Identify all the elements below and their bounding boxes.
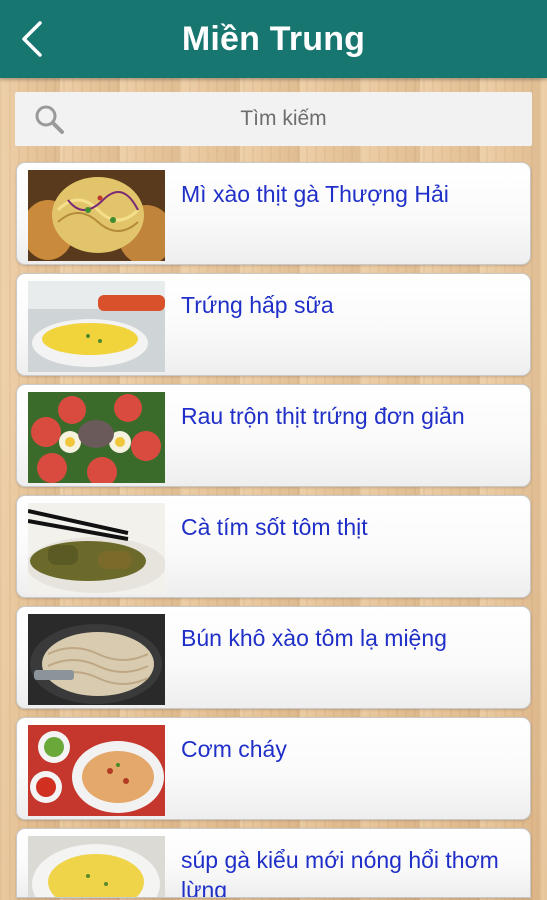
chevron-left-icon: [22, 21, 42, 57]
recipe-title: Cà tím sốt tôm thịt: [181, 514, 368, 540]
list-item[interactable]: Cà tím sốt tôm thịt: [16, 495, 531, 598]
recipe-thumbnail: [28, 614, 165, 705]
recipe-thumbnail: [28, 170, 165, 261]
recipe-title: Rau trộn thịt trứng đơn giản: [181, 403, 465, 429]
recipe-thumbnail: [28, 836, 165, 897]
recipe-thumbnail: [28, 281, 165, 372]
page-title: Miền Trung: [181, 19, 366, 58]
list-item[interactable]: Rau trộn thịt trứng đơn giản: [16, 384, 531, 487]
recipe-title: Bún khô xào tôm lạ miệng: [181, 625, 447, 651]
recipe-list: Mì xào thịt gà Thượng Hải Trứng hấp sữa: [16, 162, 531, 900]
recipe-thumbnail: [28, 392, 165, 483]
back-button[interactable]: [14, 18, 50, 60]
search-bar[interactable]: [15, 92, 532, 146]
recipe-thumbnail: [28, 503, 165, 594]
app-bar: Miền Trung: [0, 0, 547, 78]
list-item[interactable]: Cơm cháy: [16, 717, 531, 820]
search-input[interactable]: [15, 92, 532, 146]
list-item[interactable]: súp gà kiểu mới nóng hổi thơm lừng: [16, 828, 531, 898]
search-icon: [35, 105, 64, 134]
list-item[interactable]: Bún khô xào tôm lạ miệng: [16, 606, 531, 709]
recipe-title: súp gà kiểu mới nóng hổi thơm lừng: [181, 847, 499, 898]
recipe-title: Trứng hấp sữa: [181, 292, 334, 318]
list-item[interactable]: Mì xào thịt gà Thượng Hải: [16, 162, 531, 265]
recipe-thumbnail: [28, 725, 165, 816]
recipe-title: Cơm cháy: [181, 736, 287, 762]
recipe-title: Mì xào thịt gà Thượng Hải: [181, 181, 449, 207]
list-item[interactable]: Trứng hấp sữa: [16, 273, 531, 376]
